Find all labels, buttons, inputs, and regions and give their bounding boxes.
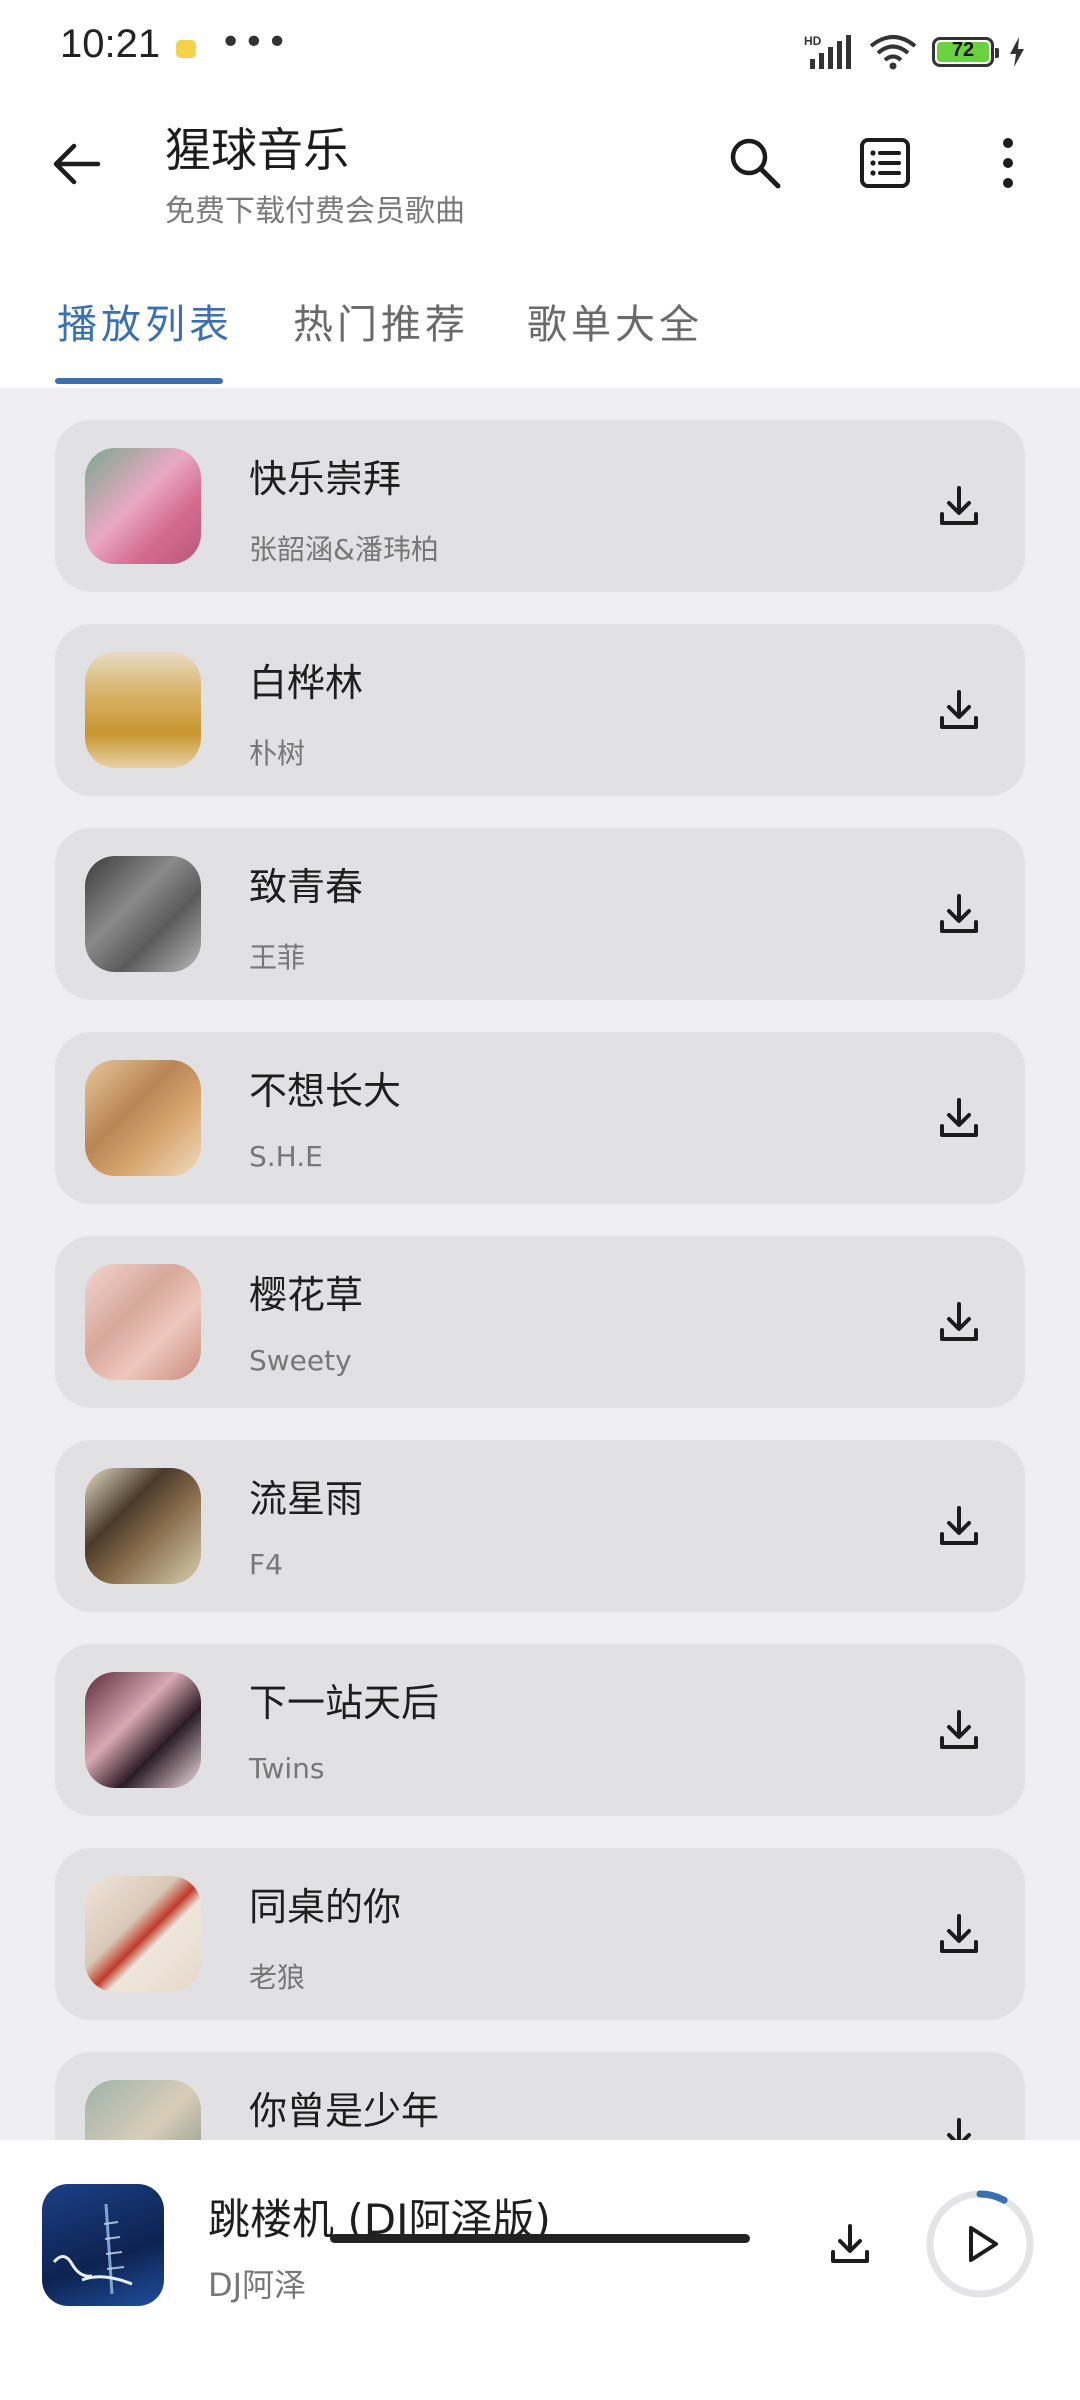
mini-player[interactable]: 跳楼机 (DJ阿泽版) DJ阿泽 xyxy=(0,2140,1080,2400)
download-button[interactable] xyxy=(931,1702,987,1758)
song-artist: 王菲 xyxy=(249,941,306,974)
download-icon xyxy=(940,1914,978,1953)
download-icon xyxy=(940,1098,978,1137)
album-cover xyxy=(85,856,201,972)
now-playing-cover[interactable] xyxy=(42,2184,164,2306)
home-indicator[interactable] xyxy=(330,2234,750,2243)
song-row[interactable]: 下一站天后 Twins xyxy=(55,1644,1025,1816)
back-arrow-icon xyxy=(53,143,101,185)
list-icon xyxy=(860,138,910,188)
more-vertical-icon xyxy=(1003,138,1013,188)
status-time: 10:21 xyxy=(60,22,161,66)
song-row[interactable]: 不想长大 S.H.E xyxy=(55,1032,1025,1204)
song-title: 流星雨 xyxy=(249,1477,364,1521)
status-icons: HD 72 xyxy=(804,30,1026,74)
tab-hot-recommend[interactable]: 热门推荐 xyxy=(293,292,469,350)
song-row[interactable]: 同桌的你 老狼 xyxy=(55,1848,1025,2020)
song-list[interactable]: 快乐崇拜 张韶涵&潘玮柏 白桦林 朴树 致青春 王菲 不想长大 S.H.E 樱花… xyxy=(0,388,1080,2140)
song-row[interactable]: 致青春 王菲 xyxy=(55,828,1025,1000)
battery-level: 72 xyxy=(951,39,975,61)
app-bar: 猩球音乐 免费下载付费会员歌曲 xyxy=(0,100,1080,252)
song-row[interactable]: 快乐崇拜 张韶涵&潘玮柏 xyxy=(55,420,1025,592)
charging-icon xyxy=(1010,37,1024,67)
playlist-button[interactable] xyxy=(850,128,920,198)
album-cover xyxy=(85,1876,201,1992)
download-button[interactable] xyxy=(931,478,987,534)
battery-icon: 72 xyxy=(932,37,999,67)
app-subtitle: 免费下载付费会员歌曲 xyxy=(165,194,465,229)
song-row[interactable]: 白桦林 朴树 xyxy=(55,624,1025,796)
song-row[interactable]: 流星雨 F4 xyxy=(55,1440,1025,1612)
album-cover xyxy=(85,652,201,768)
search-icon xyxy=(730,138,781,189)
song-title: 快乐崇拜 xyxy=(249,457,402,501)
download-button[interactable] xyxy=(931,886,987,942)
download-button[interactable] xyxy=(931,1498,987,1554)
download-button[interactable] xyxy=(931,1294,987,1350)
notification-icon xyxy=(176,40,196,58)
song-title: 樱花草 xyxy=(249,1273,364,1317)
song-title: 下一站天后 xyxy=(249,1681,440,1725)
wifi-icon xyxy=(869,35,917,70)
download-button[interactable] xyxy=(931,1906,987,1962)
album-cover xyxy=(85,2080,201,2140)
download-button[interactable] xyxy=(931,1090,987,1146)
more-options-button[interactable] xyxy=(973,128,1043,198)
song-title: 白桦林 xyxy=(249,661,364,705)
song-artist: 朴树 xyxy=(249,737,306,770)
song-title: 你曾是少年 xyxy=(249,2089,440,2133)
song-title: 同桌的你 xyxy=(249,1885,402,1929)
song-artist: 老狼 xyxy=(249,1961,306,1994)
album-cover xyxy=(85,1468,201,1584)
signal-icon: HD xyxy=(804,34,851,69)
song-title: 致青春 xyxy=(249,865,364,909)
song-artist: S.H.E xyxy=(249,1140,323,1173)
album-cover xyxy=(85,448,201,564)
song-artist: Sweety xyxy=(249,1344,352,1377)
now-playing-artist: DJ阿泽 xyxy=(208,2266,307,2304)
download-icon xyxy=(940,1302,978,1341)
tab-playlist-collection[interactable]: 歌单大全 xyxy=(527,292,703,350)
download-icon xyxy=(940,690,978,729)
download-icon xyxy=(940,486,978,525)
download-icon xyxy=(940,894,978,933)
svg-text:HD: HD xyxy=(804,34,822,48)
song-artist: 张韶涵&潘玮柏 xyxy=(249,533,439,566)
now-playing-cover-art xyxy=(52,2203,133,2295)
tab-bar: 播放列表 热门推荐 歌单大全 xyxy=(0,252,1080,388)
tab-playlist[interactable]: 播放列表 xyxy=(57,292,233,350)
album-cover xyxy=(85,1264,201,1380)
download-button[interactable] xyxy=(931,682,987,738)
download-button[interactable] xyxy=(931,2110,987,2140)
more-notifications-icon: ••• xyxy=(220,22,290,63)
download-icon xyxy=(947,2118,971,2140)
download-icon xyxy=(940,1710,978,1749)
download-icon xyxy=(940,1506,978,1545)
play-button[interactable] xyxy=(924,2188,1036,2300)
song-title: 不想长大 xyxy=(249,1069,402,1113)
album-cover xyxy=(85,1672,201,1788)
app-title: 猩球音乐 xyxy=(165,123,349,177)
song-artist: Twins xyxy=(249,1752,325,1785)
download-icon xyxy=(831,2224,869,2263)
search-button[interactable] xyxy=(720,128,790,198)
tab-indicator xyxy=(55,378,223,384)
back-button[interactable] xyxy=(46,132,110,196)
song-row[interactable]: 你曾是少年 xyxy=(55,2052,1025,2140)
song-artist: F4 xyxy=(249,1548,283,1581)
album-cover xyxy=(85,1060,201,1176)
song-row[interactable]: 樱花草 Sweety xyxy=(55,1236,1025,1408)
now-playing-download-button[interactable] xyxy=(818,2212,882,2276)
status-bar: 10:21 ••• HD 72 xyxy=(0,0,1080,100)
